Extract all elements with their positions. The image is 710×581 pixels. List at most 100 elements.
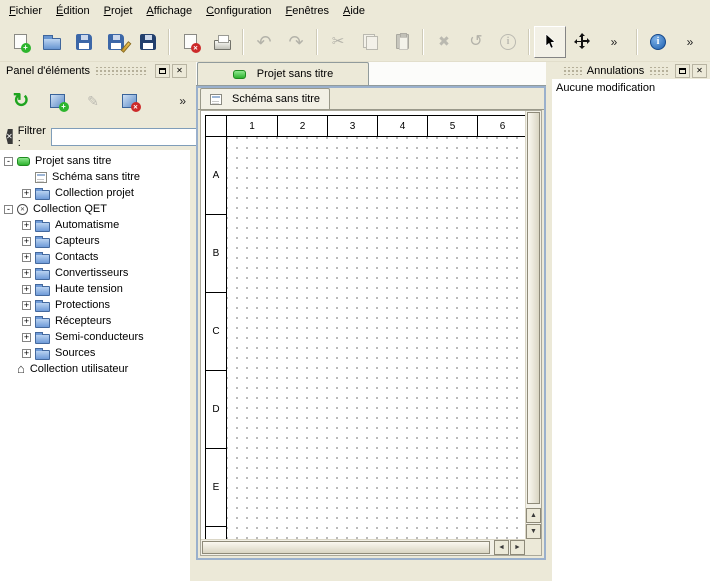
undo-button[interactable] [248, 26, 280, 58]
horizontal-scrollbar[interactable] [201, 539, 525, 555]
expander-icon[interactable]: - [4, 205, 13, 214]
ruler-row-label [206, 527, 226, 539]
expander-icon[interactable]: + [22, 301, 31, 310]
menu-aide[interactable]: Aide [336, 2, 372, 20]
new-element-button[interactable] [42, 86, 72, 116]
tree-item-collection-utilisateur[interactable]: Collection utilisateur [0, 361, 190, 377]
tree-item-contacts[interactable]: + Contacts [0, 249, 190, 265]
new-element-icon [50, 94, 65, 108]
home-icon [17, 362, 25, 376]
reload-collections-button[interactable] [6, 86, 36, 116]
paste-button[interactable] [386, 26, 418, 58]
tree-item-collection-projet[interactable]: + Collection projet [0, 185, 190, 201]
v-scroll-up-button[interactable] [526, 508, 541, 523]
expander-icon[interactable]: + [22, 285, 31, 294]
expander-icon[interactable]: + [22, 221, 31, 230]
elements-panel-close-button[interactable] [172, 64, 187, 78]
undo-list-item[interactable]: Aucune modification [552, 79, 710, 96]
pan-tool-button[interactable] [566, 26, 598, 58]
menu-fichier[interactable]: Fichier [2, 2, 49, 20]
expander-icon[interactable]: - [4, 157, 13, 166]
scrollbar-corner [525, 539, 541, 555]
diagram-canvas[interactable]: 1 2 3 4 5 6 A B C D [201, 111, 525, 539]
rotate-button[interactable] [460, 26, 492, 58]
plus-badge-icon [59, 102, 69, 112]
tree-item-collection-qet[interactable]: - Collection QET [0, 201, 190, 217]
panel-overflow-button[interactable]: » [179, 94, 186, 108]
dot-grid[interactable] [227, 137, 525, 539]
elements-panel-title: Panel d'éléments [6, 65, 90, 77]
elements-panel-float-button[interactable] [155, 64, 170, 78]
schema-icon [35, 172, 47, 183]
tree-item-automatisme[interactable]: + Automatisme [0, 217, 190, 233]
elements-panel-titlebar: Panel d'éléments [0, 62, 190, 79]
select-arrow-icon [543, 34, 558, 50]
tree-item-protections[interactable]: + Protections [0, 297, 190, 313]
tree-item-capteurs[interactable]: + Capteurs [0, 233, 190, 249]
undo-panel-titlebar: Annulations [552, 62, 710, 79]
folder-icon [35, 238, 50, 248]
expander-icon[interactable]: + [22, 349, 31, 358]
menu-projet[interactable]: Projet [97, 2, 140, 20]
tree-item-convertisseurs[interactable]: + Convertisseurs [0, 265, 190, 281]
h-scroll-left-button[interactable] [494, 540, 509, 555]
v-scroll-thumb[interactable] [527, 112, 540, 504]
element-info-button[interactable] [492, 26, 524, 58]
redo-button[interactable] [280, 26, 312, 58]
expander-icon[interactable]: + [22, 253, 31, 262]
dock-grip[interactable] [95, 67, 148, 75]
ruler-col-label: 1 [227, 116, 277, 136]
project-tab[interactable]: Projet sans titre [197, 62, 369, 85]
undo-panel-close-button[interactable] [692, 64, 707, 78]
tree-item-project[interactable]: - Projet sans titre [0, 153, 190, 169]
edit-element-button[interactable] [78, 86, 108, 116]
menu-edition[interactable]: Édition [49, 2, 97, 20]
diagram-paper[interactable]: 1 2 3 4 5 6 A B C D [205, 115, 525, 539]
red-x-badge-icon [131, 102, 141, 112]
close-file-button[interactable] [174, 26, 206, 58]
select-tool-button[interactable] [534, 26, 566, 58]
float-icon [679, 68, 686, 74]
tree-item-semi-conducteurs[interactable]: + Semi-conducteurs [0, 329, 190, 345]
folder-icon [35, 254, 50, 264]
schema-icon [210, 94, 222, 105]
expander-icon[interactable]: + [22, 317, 31, 326]
new-file-button[interactable] [4, 26, 36, 58]
schema-tab[interactable]: Schéma sans titre [200, 88, 330, 109]
tree-item-label: Protections [55, 299, 110, 311]
menu-bar: Fichier Édition Projet Affichage Configu… [0, 0, 710, 22]
tree-item-recepteurs[interactable]: + Récepteurs [0, 313, 190, 329]
tree-item-haute-tension[interactable]: + Haute tension [0, 281, 190, 297]
h-scroll-thumb[interactable] [202, 541, 490, 554]
vertical-scrollbar[interactable] [525, 111, 541, 539]
save-button[interactable] [68, 26, 100, 58]
cut-button[interactable] [322, 26, 354, 58]
dock-grip[interactable] [563, 67, 582, 75]
expander-icon[interactable]: + [22, 333, 31, 342]
expander-icon[interactable]: + [22, 269, 31, 278]
delete-element-button[interactable] [114, 86, 144, 116]
expander-icon[interactable]: + [22, 189, 31, 198]
about-button[interactable] [642, 26, 674, 58]
tree-item-sources[interactable]: + Sources [0, 345, 190, 361]
copy-button[interactable] [354, 26, 386, 58]
save-all-button[interactable] [132, 26, 164, 58]
menu-configuration[interactable]: Configuration [199, 2, 278, 20]
toolbar-separator [168, 29, 170, 55]
v-scroll-down-button[interactable] [526, 524, 541, 539]
menu-fenetres[interactable]: Fenêtres [279, 2, 336, 20]
save-as-button[interactable] [100, 26, 132, 58]
toolbar-overflow-button-2[interactable]: » [674, 26, 706, 58]
filter-input[interactable] [51, 128, 201, 146]
delete-button[interactable] [428, 26, 460, 58]
tree-item-schema[interactable]: Schéma sans titre [0, 169, 190, 185]
dock-grip[interactable] [649, 67, 668, 75]
print-button[interactable] [206, 26, 238, 58]
toolbar-overflow-button[interactable]: » [598, 26, 630, 58]
clear-filter-button[interactable] [6, 129, 13, 144]
h-scroll-right-button[interactable] [510, 540, 525, 555]
open-project-button[interactable] [36, 26, 68, 58]
undo-panel-float-button[interactable] [675, 64, 690, 78]
expander-icon[interactable]: + [22, 237, 31, 246]
menu-affichage[interactable]: Affichage [139, 2, 199, 20]
